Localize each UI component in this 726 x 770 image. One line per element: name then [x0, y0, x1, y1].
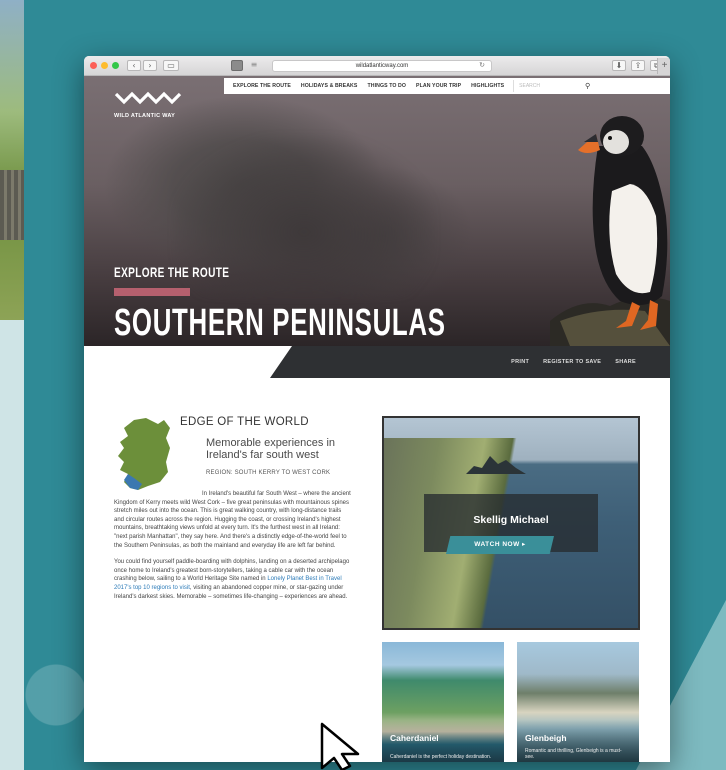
- logo-text: WILD ATLANTIC WAY: [114, 113, 176, 119]
- download-icon[interactable]: ⬇: [612, 60, 626, 71]
- article-paragraph: In Ireland's beautiful far South West – …: [114, 491, 351, 549]
- page-title: SOUTHERN PENINSULAS: [114, 302, 446, 344]
- action-bar: PRINT REGISTER TO SAVE SHARE: [84, 346, 670, 378]
- nav-things-to-do[interactable]: THINGS TO DO: [362, 83, 411, 89]
- window-controls: [90, 62, 119, 69]
- tab-icon[interactable]: [231, 60, 243, 71]
- search-input[interactable]: SEARCH ⚲: [513, 80, 596, 92]
- skellig-rock-image: [466, 456, 526, 474]
- card-title: Caherdaniel: [390, 733, 439, 743]
- print-link[interactable]: PRINT: [511, 359, 529, 365]
- background-photo-left: [0, 0, 24, 320]
- article-body: In Ireland's beautiful far South West – …: [114, 490, 352, 609]
- card-description: Romantic and thrilling, Glenbeigh is a m…: [525, 748, 622, 760]
- reload-icon[interactable]: ↻: [479, 61, 485, 71]
- hero-kicker: EXPLORE THE ROUTE: [114, 264, 230, 280]
- nav-explore-the-route[interactable]: EXPLORE THE ROUTE: [228, 83, 296, 89]
- sidebar-toggle-icon[interactable]: ▭: [163, 60, 179, 71]
- nav-highlights[interactable]: HIGHLIGHTS: [466, 83, 509, 89]
- close-window-button[interactable]: [90, 62, 97, 69]
- search-placeholder: SEARCH: [519, 83, 541, 89]
- puffin-image: [550, 116, 670, 346]
- nav-plan-your-trip[interactable]: PLAN YOUR TRIP: [411, 83, 466, 89]
- site-logo[interactable]: WILD ATLANTIC WAY: [114, 90, 184, 120]
- minimize-window-button[interactable]: [101, 62, 108, 69]
- site-navigation: EXPLORE THE ROUTE HOLIDAYS & BREAKS THIN…: [224, 78, 670, 94]
- feature-title: Skellig Michael: [473, 514, 549, 526]
- background-light-strip: [0, 320, 24, 770]
- browser-window: ‹ › ▭ ≡ wildatlanticway.com ↻ ⬇ ⇪ ⧉ + WI…: [84, 56, 670, 762]
- mouse-cursor-icon: [320, 722, 360, 770]
- browser-toolbar: ‹ › ▭ ≡ wildatlanticway.com ↻ ⬇ ⇪ ⧉ +: [84, 56, 670, 76]
- url-text: wildatlanticway.com: [355, 63, 409, 69]
- share-icon[interactable]: ⇪: [631, 60, 645, 71]
- nav-holidays-breaks[interactable]: HOLIDAYS & BREAKS: [296, 83, 363, 89]
- ireland-map-icon: [118, 418, 170, 490]
- main-content: EDGE OF THE WORLD Memorable experiences …: [84, 378, 670, 762]
- zoom-window-button[interactable]: [112, 62, 119, 69]
- watch-now-button[interactable]: WATCH NOW ▸: [446, 536, 554, 554]
- forward-button[interactable]: ›: [143, 60, 157, 71]
- card-title: Glenbeigh: [525, 733, 567, 743]
- card-glenbeigh[interactable]: Glenbeigh Romantic and thrilling, Glenbe…: [517, 642, 639, 762]
- article-subtitle: Memorable experiences in Ireland's far s…: [206, 437, 336, 461]
- new-tab-icon[interactable]: +: [657, 58, 670, 74]
- back-button[interactable]: ‹: [127, 60, 141, 71]
- search-icon[interactable]: ⚲: [585, 82, 590, 90]
- background-stone-wall: [0, 170, 24, 240]
- card-caherdaniel[interactable]: Caherdaniel Caherdaniel is the perfect h…: [382, 642, 504, 762]
- register-to-save-link[interactable]: REGISTER TO SAVE: [543, 359, 601, 365]
- skellig-michael-feature[interactable]: Skellig Michael WATCH NOW ▸: [382, 416, 640, 630]
- article-kicker: EDGE OF THE WORLD: [180, 416, 309, 428]
- address-bar[interactable]: wildatlanticway.com ↻: [272, 60, 492, 72]
- card-description: Caherdaniel is the perfect holiday desti…: [390, 754, 492, 760]
- hero-accent-bar: [114, 288, 190, 296]
- reader-icon[interactable]: ≡: [249, 60, 259, 71]
- logo-waves-icon: [114, 91, 182, 105]
- share-link[interactable]: SHARE: [615, 359, 636, 365]
- article-region: REGION: SOUTH KERRY TO WEST CORK: [206, 470, 331, 476]
- hero-banner: WILD ATLANTIC WAY EXPLORE THE ROUTE HOLI…: [84, 76, 670, 346]
- article-paragraph: You could find yourself paddle-boarding …: [114, 559, 350, 600]
